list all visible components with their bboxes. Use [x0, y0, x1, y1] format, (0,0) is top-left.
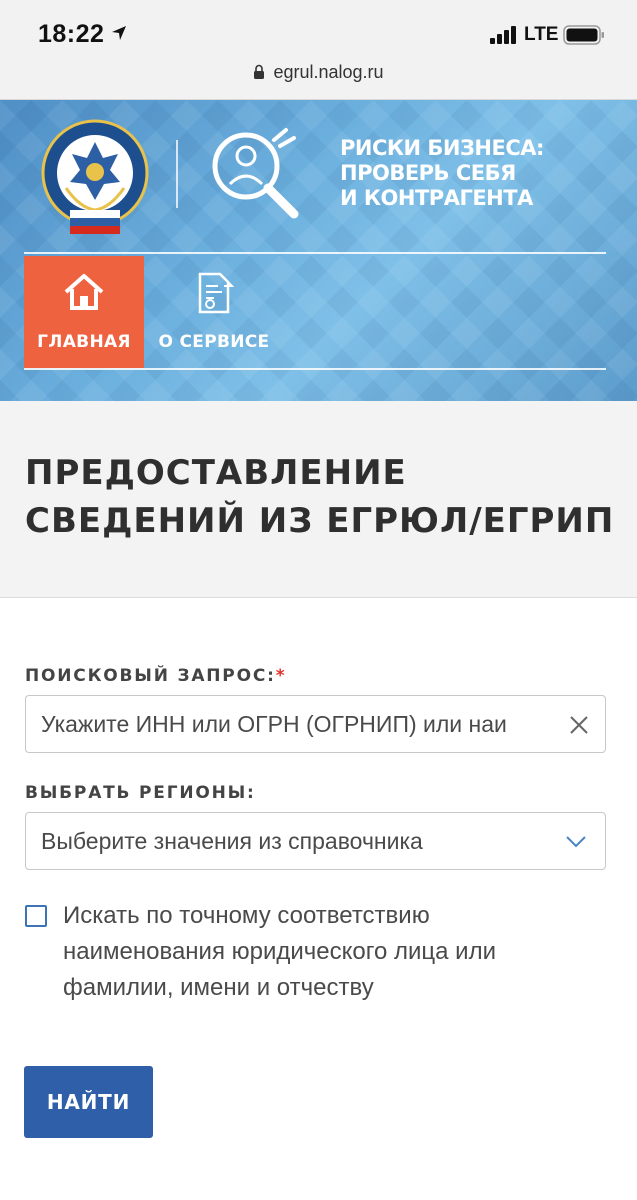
exact-match-checkbox[interactable]: [25, 905, 47, 927]
find-button[interactable]: НАЙТИ: [24, 1066, 153, 1138]
nav-item-about[interactable]: О СЕРВИСЕ: [150, 256, 278, 368]
document-icon: [198, 272, 234, 314]
search-label: ПОИСКОВЫЙ ЗАПРОС:*: [25, 666, 286, 686]
search-placeholder: Укажите ИНН или ОГРН (ОГРНИП) или наи: [41, 711, 507, 737]
regions-label: ВЫБРАТЬ РЕГИОНЫ:: [25, 783, 256, 803]
title-section: ПРЕДОСТАВЛЕНИЕ СВЕДЕНИЙ ИЗ ЕГРЮЛ/ЕГРИП: [0, 401, 637, 598]
location-arrow-icon: [112, 26, 126, 40]
regions-select[interactable]: Выберите значения из справочника: [25, 812, 606, 870]
lock-icon: [254, 64, 265, 79]
url-text: egrul.nalog.ru: [273, 62, 384, 82]
header-banner: РИСКИ БИЗНЕСА: ПРОВЕРЬ СЕБЯ И КОНТРАГЕНТ…: [0, 100, 637, 401]
slogan-line-2: ПРОВЕРЬ СЕБЯ: [340, 161, 516, 185]
header-slogan: РИСКИ БИЗНЕСА: ПРОВЕРЬ СЕБЯ И КОНТРАГЕНТ…: [340, 136, 544, 211]
required-mark: *: [275, 666, 287, 686]
nav-label-home: ГЛАВНАЯ: [37, 332, 131, 352]
network-type: LTE: [524, 24, 559, 45]
signal-strength-icon: [490, 26, 516, 44]
nav-top-line: [24, 252, 606, 254]
nav-bottom-line: [24, 368, 606, 370]
slogan-line-3: И КОНТРАГЕНТА: [340, 186, 533, 210]
search-input[interactable]: Укажите ИНН или ОГРН (ОГРНИП) или наи: [25, 695, 606, 753]
status-bar: 18:22 LTE egrul.nalog.ru: [0, 0, 637, 100]
page-title: ПРЕДОСТАВЛЕНИЕ СВЕДЕНИЙ ИЗ ЕГРЮЛ/ЕГРИП: [25, 453, 615, 541]
exact-match-label[interactable]: Искать по точному соответствию наименова…: [63, 898, 583, 1006]
battery-icon: [563, 25, 604, 45]
slogan-line-1: РИСКИ БИЗНЕСА:: [340, 136, 544, 160]
regions-placeholder: Выберите значения из справочника: [41, 828, 423, 854]
chevron-down-icon: [566, 836, 586, 848]
risk-check-icon: [212, 128, 299, 219]
clear-icon[interactable]: [569, 715, 589, 735]
home-icon: [64, 274, 104, 310]
search-label-text: ПОИСКОВЫЙ ЗАПРОС:: [25, 666, 276, 686]
fns-emblem-icon: [41, 119, 149, 234]
nav-label-about: О СЕРВИСЕ: [158, 332, 270, 352]
address-bar[interactable]: egrul.nalog.ru: [0, 62, 637, 83]
nav-item-home[interactable]: ГЛАВНАЯ: [24, 256, 144, 368]
status-time: 18:22: [38, 20, 105, 48]
header-divider: [176, 140, 178, 208]
